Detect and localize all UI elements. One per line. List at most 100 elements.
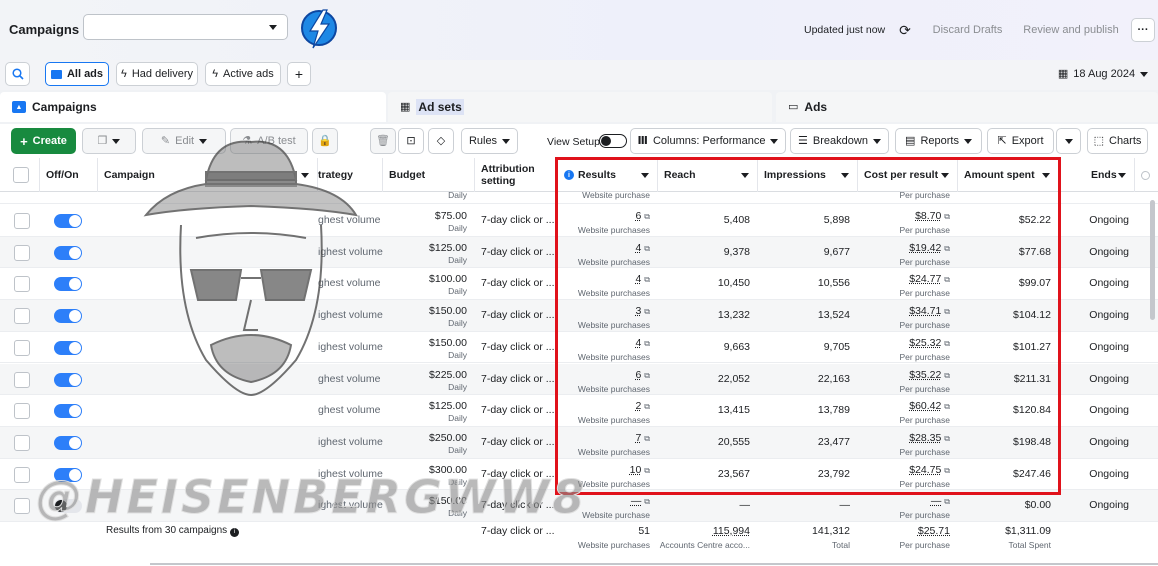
row-checkbox[interactable] <box>14 308 30 325</box>
table-row[interactable]: ighest volume $250.00 Daily 7-day click or … <box>0 426 1158 459</box>
table-row[interactable]: ghest volume $100.00 Daily 7-day click or .… <box>0 268 1158 301</box>
cost-value[interactable]: $24.77 <box>909 273 941 285</box>
delivery-toggle[interactable] <box>54 467 82 482</box>
rules-button[interactable]: Rules <box>461 128 518 154</box>
results-value[interactable]: 7 <box>636 432 642 444</box>
review-publish-button[interactable]: Review and publish <box>1022 18 1120 42</box>
cost-value[interactable]: $24.75 <box>909 464 941 476</box>
cost-value[interactable]: $19.42 <box>909 242 941 254</box>
delivery-toggle[interactable] <box>54 340 82 355</box>
delivery-toggle[interactable] <box>54 309 82 324</box>
cost-value[interactable]: $60.42 <box>909 400 941 412</box>
add-filter-button[interactable]: + <box>287 62 311 86</box>
totals-cost-value[interactable]: $25.71 <box>858 525 950 537</box>
had-delivery-filter[interactable]: ϟ Had delivery <box>116 62 198 86</box>
table-row[interactable]: ighest volume $150.00 Daily 7-day click or … <box>0 490 1158 522</box>
results-value[interactable]: 2 <box>636 400 642 412</box>
columns-button[interactable]: Ⅲ Columns: Performance <box>630 128 786 154</box>
row-checkbox[interactable] <box>14 498 30 515</box>
totals-reach-value[interactable]: 115,994 <box>658 525 750 537</box>
export-options-button[interactable] <box>1056 128 1081 154</box>
table-row[interactable]: ghest volume $75.00 Daily 7-day click or ..… <box>0 205 1158 237</box>
tab-ads[interactable]: ▭ Ads <box>776 92 1158 122</box>
add-column-button[interactable] <box>1135 158 1158 192</box>
date-range-picker[interactable]: ▦ 18 Aug 2024 <box>1053 62 1153 86</box>
lock-button[interactable]: 🔒 <box>312 128 338 154</box>
results-value[interactable]: 6 <box>636 210 642 222</box>
col-cost-per-result[interactable]: Cost per result <box>858 158 958 192</box>
row-checkbox[interactable] <box>14 434 30 451</box>
col-amount-spent[interactable]: Amount spent <box>958 158 1059 192</box>
cost-value[interactable]: $25.32 <box>909 337 941 349</box>
discard-drafts-button[interactable]: Discard Drafts <box>930 18 1005 42</box>
delivery-toggle[interactable] <box>54 214 82 228</box>
delivery-toggle[interactable] <box>54 245 82 260</box>
row-checkbox[interactable] <box>14 276 30 293</box>
row-checkbox[interactable] <box>14 244 30 261</box>
col-results[interactable]: i Results <box>558 158 658 192</box>
edit-button[interactable]: ✎ Edit <box>142 128 226 154</box>
campaign-select[interactable] <box>83 14 288 40</box>
vertical-scrollbar[interactable] <box>1150 200 1155 320</box>
active-ads-filter[interactable]: ϟ Active ads <box>205 62 281 86</box>
row-checkbox[interactable] <box>14 339 30 356</box>
results-value[interactable]: 4 <box>636 242 642 254</box>
info-icon[interactable]: i <box>229 527 239 537</box>
select-all-checkbox[interactable] <box>13 167 29 183</box>
cost-value[interactable]: $34.71 <box>909 305 941 317</box>
create-button[interactable]: + Create <box>11 128 76 154</box>
preview-button[interactable]: ⊡ <box>398 128 424 154</box>
delete-button[interactable]: 🗑 <box>370 128 396 154</box>
table-row[interactable]: ighest volume $150.00 Daily 7-day click or … <box>0 332 1158 364</box>
delivery-toggle[interactable] <box>54 435 82 450</box>
tag-button[interactable]: ◇ <box>428 128 454 154</box>
export-button[interactable]: ⇱ Export <box>987 128 1054 154</box>
results-value[interactable]: 6 <box>636 369 642 381</box>
search-button[interactable] <box>5 62 30 86</box>
cost-value[interactable]: — <box>931 495 942 507</box>
tab-campaigns[interactable]: ▲ Campaigns <box>0 92 386 122</box>
results-value[interactable]: 4 <box>636 337 642 349</box>
row-checkbox[interactable] <box>14 466 30 483</box>
col-attribution[interactable]: Attribution setting <box>475 158 558 192</box>
delivery-toggle[interactable] <box>54 404 82 419</box>
col-reach[interactable]: Reach <box>658 158 758 192</box>
table-row[interactable]: ighest volume $300.00 Daily 7-day click or … <box>0 459 1158 491</box>
table-row[interactable]: ghest volume $225.00 Daily 7-day click or .… <box>0 363 1158 396</box>
budget-sub: Daily <box>448 254 467 265</box>
table-row[interactable]: ghest volume $125.00 Daily 7-day click or .… <box>0 395 1158 427</box>
budget-sub: Daily <box>448 318 467 329</box>
col-campaign[interactable]: Campaign <box>98 158 318 192</box>
col-off-on[interactable]: Off/On <box>40 158 98 192</box>
delivery-toggle[interactable] <box>54 499 82 514</box>
results-value[interactable]: — <box>631 495 642 507</box>
results-value[interactable]: 4 <box>636 273 642 285</box>
results-value[interactable]: 10 <box>630 464 642 476</box>
delivery-toggle[interactable] <box>54 372 82 387</box>
row-checkbox[interactable] <box>14 213 30 229</box>
cost-value[interactable]: $35.22 <box>909 369 941 381</box>
table-row[interactable]: ighest volume $125.00 Daily 7-day click or … <box>0 236 1158 269</box>
cost-value[interactable]: $28.35 <box>909 432 941 444</box>
all-ads-filter[interactable]: All ads <box>45 62 109 86</box>
view-setup-toggle[interactable] <box>599 134 627 148</box>
duplicate-button[interactable]: ❐ <box>82 128 136 154</box>
charts-button[interactable]: ⬚ Charts <box>1087 128 1148 154</box>
more-options-button[interactable]: ··· <box>1131 18 1155 42</box>
tab-ad-sets[interactable]: ▦ Ad sets <box>388 92 772 122</box>
breakdown-button[interactable]: ☰ Breakdown <box>790 128 889 154</box>
ab-test-button[interactable]: ⚗ A/B test <box>230 128 308 154</box>
cost-value[interactable]: $8.70 <box>915 210 941 222</box>
row-checkbox[interactable] <box>14 371 30 388</box>
col-bid-strategy[interactable]: trategy <box>318 158 383 192</box>
results-value[interactable]: 3 <box>636 305 642 317</box>
horizontal-scrollbar[interactable] <box>150 563 1158 565</box>
col-impressions[interactable]: Impressions <box>758 158 858 192</box>
col-budget[interactable]: Budget <box>383 158 475 192</box>
delivery-toggle[interactable] <box>54 277 82 292</box>
row-checkbox[interactable] <box>14 403 30 420</box>
refresh-button[interactable]: ⟳ <box>893 18 917 42</box>
reports-button[interactable]: ▤ Reports <box>895 128 982 154</box>
col-ends[interactable]: Ends <box>1059 158 1135 192</box>
table-row[interactable]: ighest volume $150.00 Daily 7-day click or … <box>0 300 1158 332</box>
